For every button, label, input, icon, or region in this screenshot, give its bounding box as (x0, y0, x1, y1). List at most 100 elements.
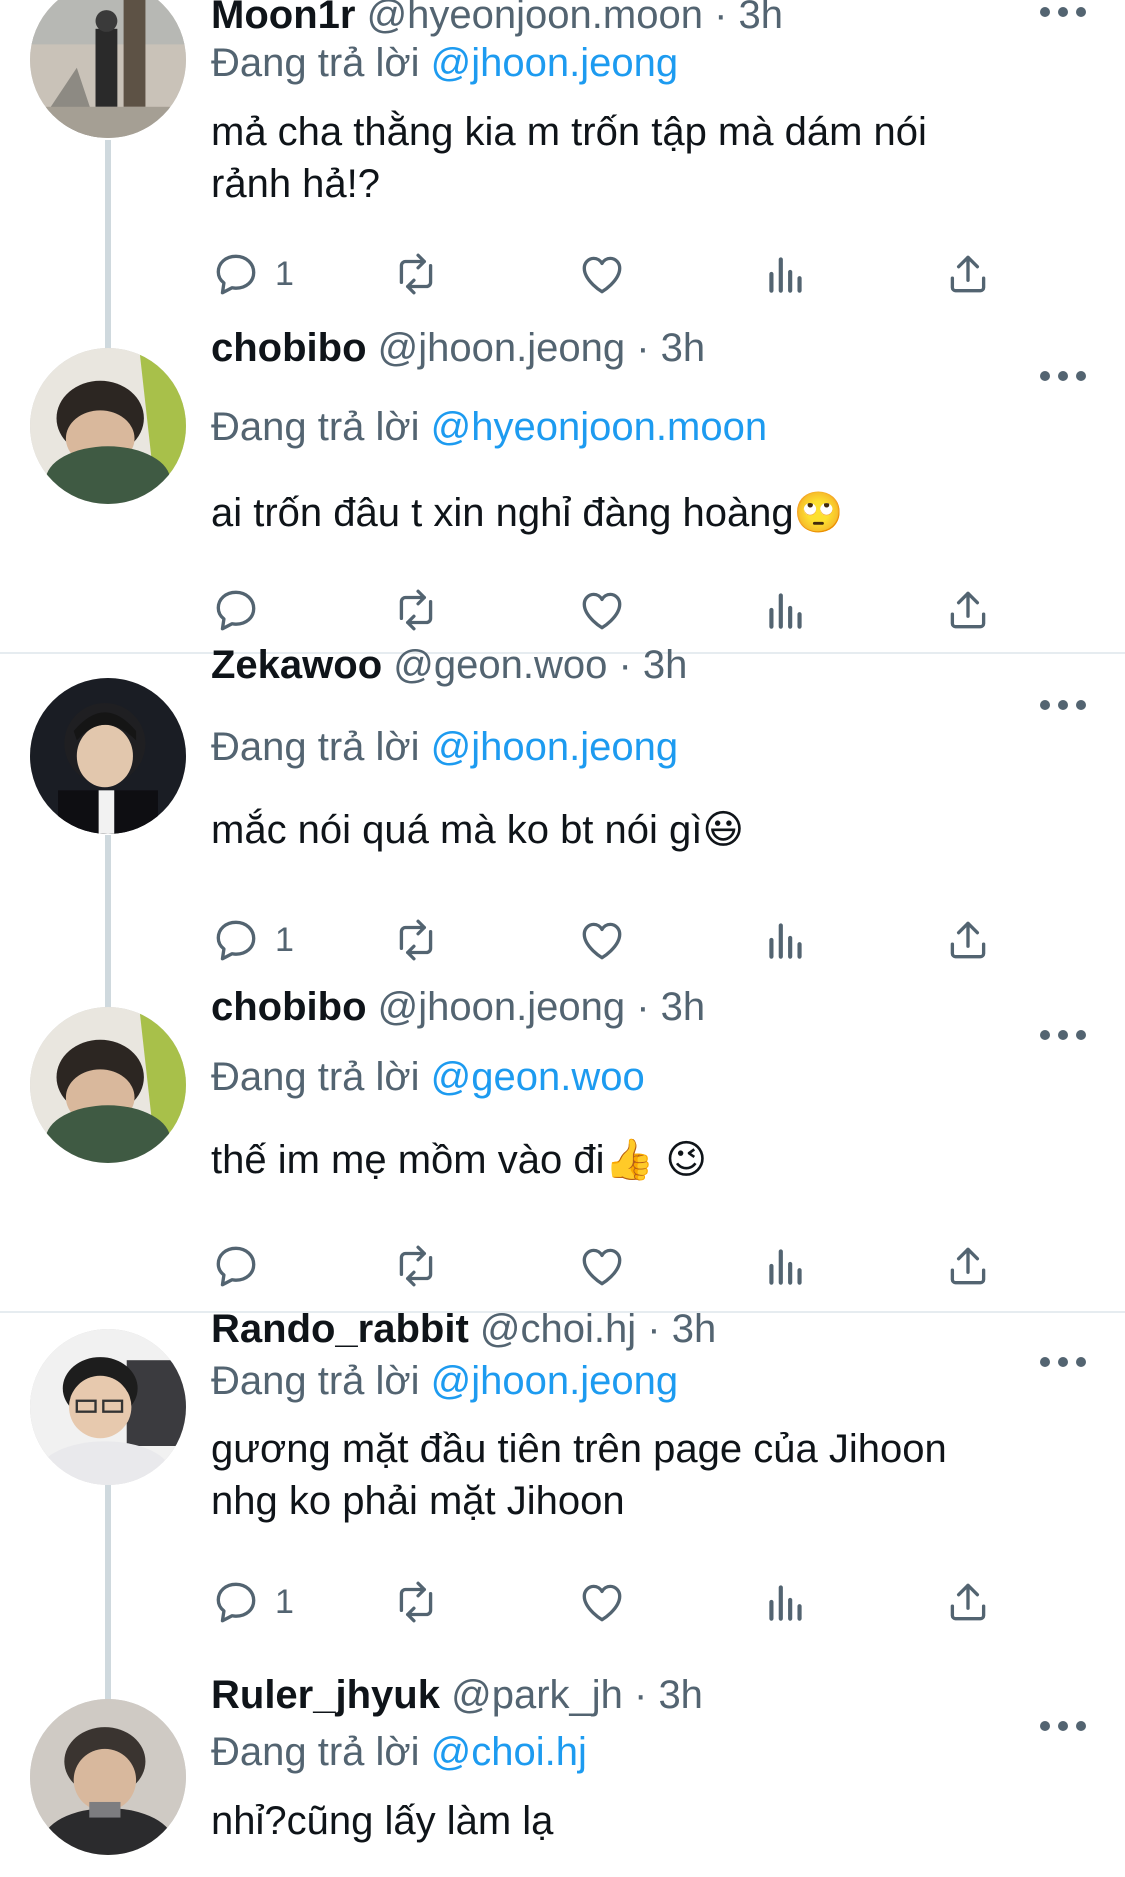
share-icon (950, 255, 986, 293)
display-name[interactable]: Rando_rabbit (211, 1307, 469, 1351)
more-icon[interactable] (1040, 1355, 1086, 1369)
reply-icon (216, 920, 256, 961)
mention-link[interactable]: @choi.hj (431, 1730, 587, 1774)
replying-to: Đang trả lời @jhoon.jeong (211, 38, 678, 88)
like-button[interactable] (577, 582, 627, 638)
avatar[interactable] (30, 1699, 186, 1855)
share-button[interactable] (943, 1574, 993, 1630)
reply-button[interactable]: 1 (211, 912, 294, 968)
text-line: mả cha thằng kia m trốn tập mà dám nói (211, 110, 927, 154)
tweet[interactable]: Ruler_jhyuk @park_jh · 3h Đang trả lời @… (0, 1673, 1125, 1877)
share-icon (950, 591, 986, 629)
text-line: nhg ko phải mặt Jihoon (211, 1479, 625, 1523)
thread-line (105, 140, 111, 350)
handle-time: @choi.hj · 3h (479, 1307, 717, 1351)
views-button[interactable] (761, 582, 811, 638)
tweet-text: ai trốn đâu t xin nghỉ đàng hoàng🙄 (211, 487, 1041, 539)
views-icon (769, 257, 802, 293)
like-button[interactable] (577, 1238, 627, 1294)
more-icon[interactable] (1040, 5, 1086, 19)
mention-link[interactable]: @jhoon.jeong (431, 41, 678, 85)
share-button[interactable] (943, 912, 993, 968)
mention-link[interactable]: @hyeonjoon.moon (431, 405, 767, 449)
share-button[interactable] (943, 1238, 993, 1294)
reply-prefix: Đang trả lời (211, 405, 420, 449)
tweet-text: thế im mẹ mồm vào đi👍 😉 (211, 1134, 1041, 1186)
replying-to: Đang trả lời @jhoon.jeong (211, 1356, 678, 1406)
share-icon (950, 1247, 986, 1285)
tweet-header: Zekawoo @geon.woo · 3h (211, 640, 687, 690)
tweet[interactable]: Moon1r @hyeonjoon.moon · 3h Đang trả lời… (0, 0, 1125, 350)
replying-to: Đang trả lời @choi.hj (211, 1727, 587, 1777)
retweet-button[interactable] (391, 912, 441, 968)
avatar[interactable] (30, 348, 186, 504)
reply-prefix: Đang trả lời (211, 41, 420, 85)
views-button[interactable] (761, 912, 811, 968)
reply-button[interactable] (211, 1238, 275, 1294)
like-button[interactable] (577, 912, 627, 968)
handle-time: @park_jh · 3h (451, 1673, 703, 1717)
tweet-text: mắc nói quá mà ko bt nói gì😃 (211, 804, 1041, 856)
views-button[interactable] (761, 1238, 811, 1294)
like-icon (582, 1584, 622, 1622)
text-line: mắc nói quá mà ko bt nói gì😃 (211, 808, 745, 852)
tweet[interactable]: chobibo @jhoon.jeong · 3h Đang trả lời @… (0, 984, 1125, 1311)
like-button[interactable] (577, 246, 627, 302)
mention-link[interactable]: @jhoon.jeong (431, 725, 678, 769)
reply-button[interactable] (211, 582, 275, 638)
avatar[interactable] (30, 678, 186, 834)
retweet-icon (399, 253, 433, 295)
action-bar (211, 582, 1011, 638)
handle-time: @geon.woo · 3h (393, 643, 688, 687)
display-name[interactable]: chobibo (211, 326, 367, 370)
text-line: thế im mẹ mồm vào đi👍 😉 (211, 1138, 708, 1182)
reply-prefix: Đang trả lời (211, 725, 420, 769)
retweet-icon (399, 589, 433, 631)
views-button[interactable] (761, 246, 811, 302)
display-name[interactable]: chobibo (211, 985, 367, 1029)
tweet[interactable]: chobibo @jhoon.jeong · 3h Đang trả lời @… (0, 326, 1125, 653)
tweet-header: Rando_rabbit @choi.hj · 3h (211, 1304, 716, 1354)
avatar[interactable] (30, 0, 186, 138)
tweet[interactable]: Zekawoo @geon.woo · 3h Đang trả lời @jho… (0, 643, 1125, 1021)
more-icon[interactable] (1040, 369, 1086, 383)
display-name[interactable]: Zekawoo (211, 643, 382, 687)
more-icon[interactable] (1040, 1028, 1086, 1042)
retweet-button[interactable] (391, 246, 441, 302)
reply-count: 1 (275, 920, 294, 959)
display-name[interactable]: Moon1r (211, 0, 355, 37)
reply-prefix: Đang trả lời (211, 1055, 420, 1099)
share-button[interactable] (943, 582, 993, 638)
tweet-text: nhỉ?cũng lấy làm lạ (211, 1795, 1041, 1847)
more-icon[interactable] (1040, 1719, 1086, 1733)
tweet-header: Ruler_jhyuk @park_jh · 3h (211, 1670, 703, 1720)
text-line: nhỉ?cũng lấy làm lạ (211, 1799, 554, 1843)
thread-line (105, 1485, 111, 1705)
reply-count: 1 (275, 254, 294, 293)
like-icon (582, 592, 622, 630)
text-line: gương mặt đầu tiên trên page của Jihoon (211, 1427, 947, 1471)
reply-prefix: Đang trả lời (211, 1359, 420, 1403)
views-button[interactable] (761, 1574, 811, 1630)
share-button[interactable] (943, 246, 993, 302)
reply-button[interactable]: 1 (211, 246, 294, 302)
avatar[interactable] (30, 1007, 186, 1163)
replying-to: Đang trả lời @jhoon.jeong (211, 722, 678, 772)
retweet-button[interactable] (391, 1574, 441, 1630)
like-icon (582, 1248, 622, 1286)
mention-link[interactable]: @geon.woo (431, 1055, 645, 1099)
tweet[interactable]: Rando_rabbit @choi.hj · 3h Đang trả lời … (0, 1307, 1125, 1705)
retweet-icon (399, 1581, 433, 1623)
display-name[interactable]: Ruler_jhyuk (211, 1673, 440, 1717)
avatar[interactable] (30, 1329, 186, 1485)
retweet-button[interactable] (391, 582, 441, 638)
mention-link[interactable]: @jhoon.jeong (431, 1359, 678, 1403)
reply-button[interactable]: 1 (211, 1574, 294, 1630)
views-icon (769, 923, 802, 959)
replying-to: Đang trả lời @hyeonjoon.moon (211, 402, 767, 452)
tweet-header: chobibo @jhoon.jeong · 3h (211, 982, 705, 1032)
retweet-button[interactable] (391, 1238, 441, 1294)
more-icon[interactable] (1040, 698, 1086, 712)
action-bar: 1 (211, 246, 1011, 302)
like-button[interactable] (577, 1574, 627, 1630)
